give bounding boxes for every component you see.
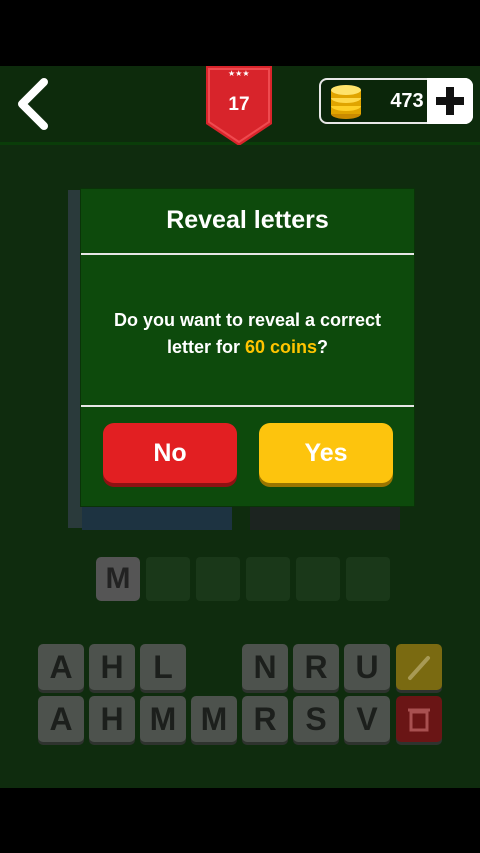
dialog-title: Reveal letters <box>166 206 329 234</box>
no-button[interactable]: No <box>103 423 237 483</box>
answer-slot[interactable] <box>346 557 390 601</box>
clue-photo-1 <box>68 190 82 528</box>
letter-key[interactable]: H <box>89 644 135 690</box>
reveal-letters-dialog: Reveal letters Do you want to reveal a c… <box>81 189 414 506</box>
divider <box>81 253 414 255</box>
letter-key[interactable]: A <box>38 644 84 690</box>
answer-slot[interactable] <box>296 557 340 601</box>
answer-slot[interactable] <box>196 557 240 601</box>
letter-key[interactable]: N <box>242 644 288 690</box>
hint-button[interactable] <box>396 644 442 690</box>
letter-key[interactable]: U <box>344 644 390 690</box>
level-badge: ★★★ 17 <box>206 66 272 148</box>
letter-key[interactable]: A <box>38 696 84 742</box>
letter-key[interactable]: V <box>344 696 390 742</box>
letter-key[interactable]: R <box>293 644 339 690</box>
letter-key[interactable]: M <box>191 696 237 742</box>
answer-slot[interactable] <box>246 557 290 601</box>
letter-key[interactable]: S <box>293 696 339 742</box>
letter-key[interactable]: L <box>140 644 186 690</box>
clue-photo-3 <box>250 506 400 530</box>
magic-wand-icon <box>408 656 430 680</box>
bottom-bar <box>0 788 480 853</box>
status-bar <box>0 0 480 66</box>
coin-cost: 60 coins <box>244 337 318 357</box>
back-button[interactable] <box>10 76 56 132</box>
clue-photo-2 <box>82 506 232 530</box>
letter-key[interactable]: R <box>242 696 288 742</box>
level-number: 17 <box>228 94 250 115</box>
dialog-message: Do you want to reveal a correct letter f… <box>101 307 394 361</box>
chevron-left-icon <box>18 78 48 130</box>
message-suffix: ? <box>317 337 329 357</box>
answer-slot-revealed[interactable]: M <box>96 557 140 601</box>
letter-key[interactable]: H <box>89 696 135 742</box>
trash-icon <box>408 708 430 732</box>
coins-counter: 473 <box>319 78 473 124</box>
svg-text:★★★: ★★★ <box>228 69 250 78</box>
add-coins-button[interactable] <box>427 78 473 124</box>
plus-icon <box>436 87 464 115</box>
divider <box>81 405 414 407</box>
answer-slot[interactable] <box>146 557 190 601</box>
yes-button[interactable]: Yes <box>259 423 393 483</box>
letter-key[interactable]: M <box>140 696 186 742</box>
delete-button[interactable] <box>396 696 442 742</box>
coin-stack-icon <box>331 85 361 119</box>
